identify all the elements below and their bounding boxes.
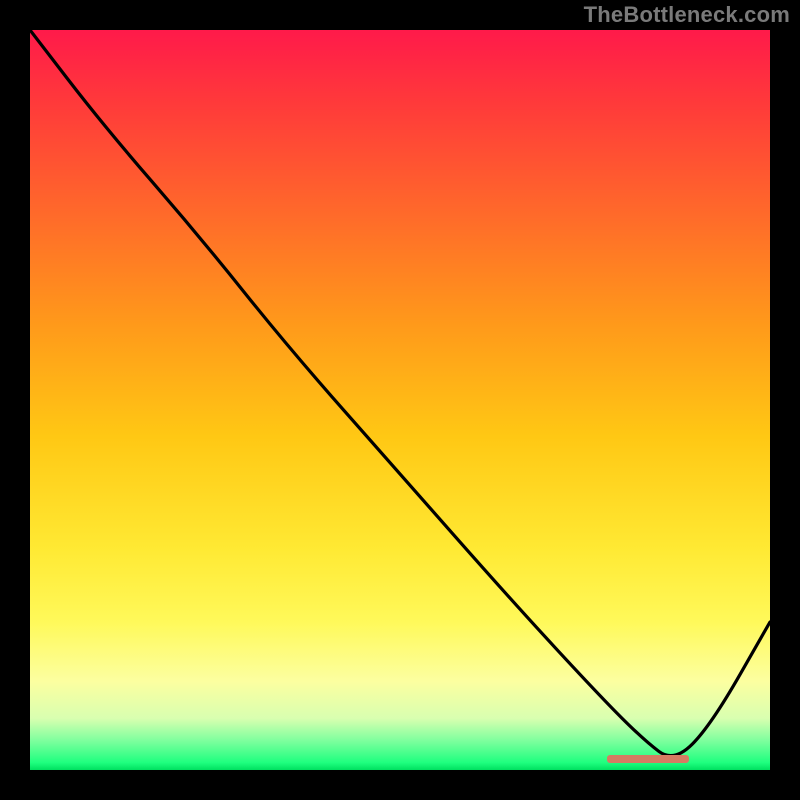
chart-container: TheBottleneck.com [0,0,800,800]
bottleneck-curve [30,30,770,770]
plot-area [30,30,770,770]
watermark-text: TheBottleneck.com [584,2,790,28]
optimal-range-marker [607,755,688,763]
